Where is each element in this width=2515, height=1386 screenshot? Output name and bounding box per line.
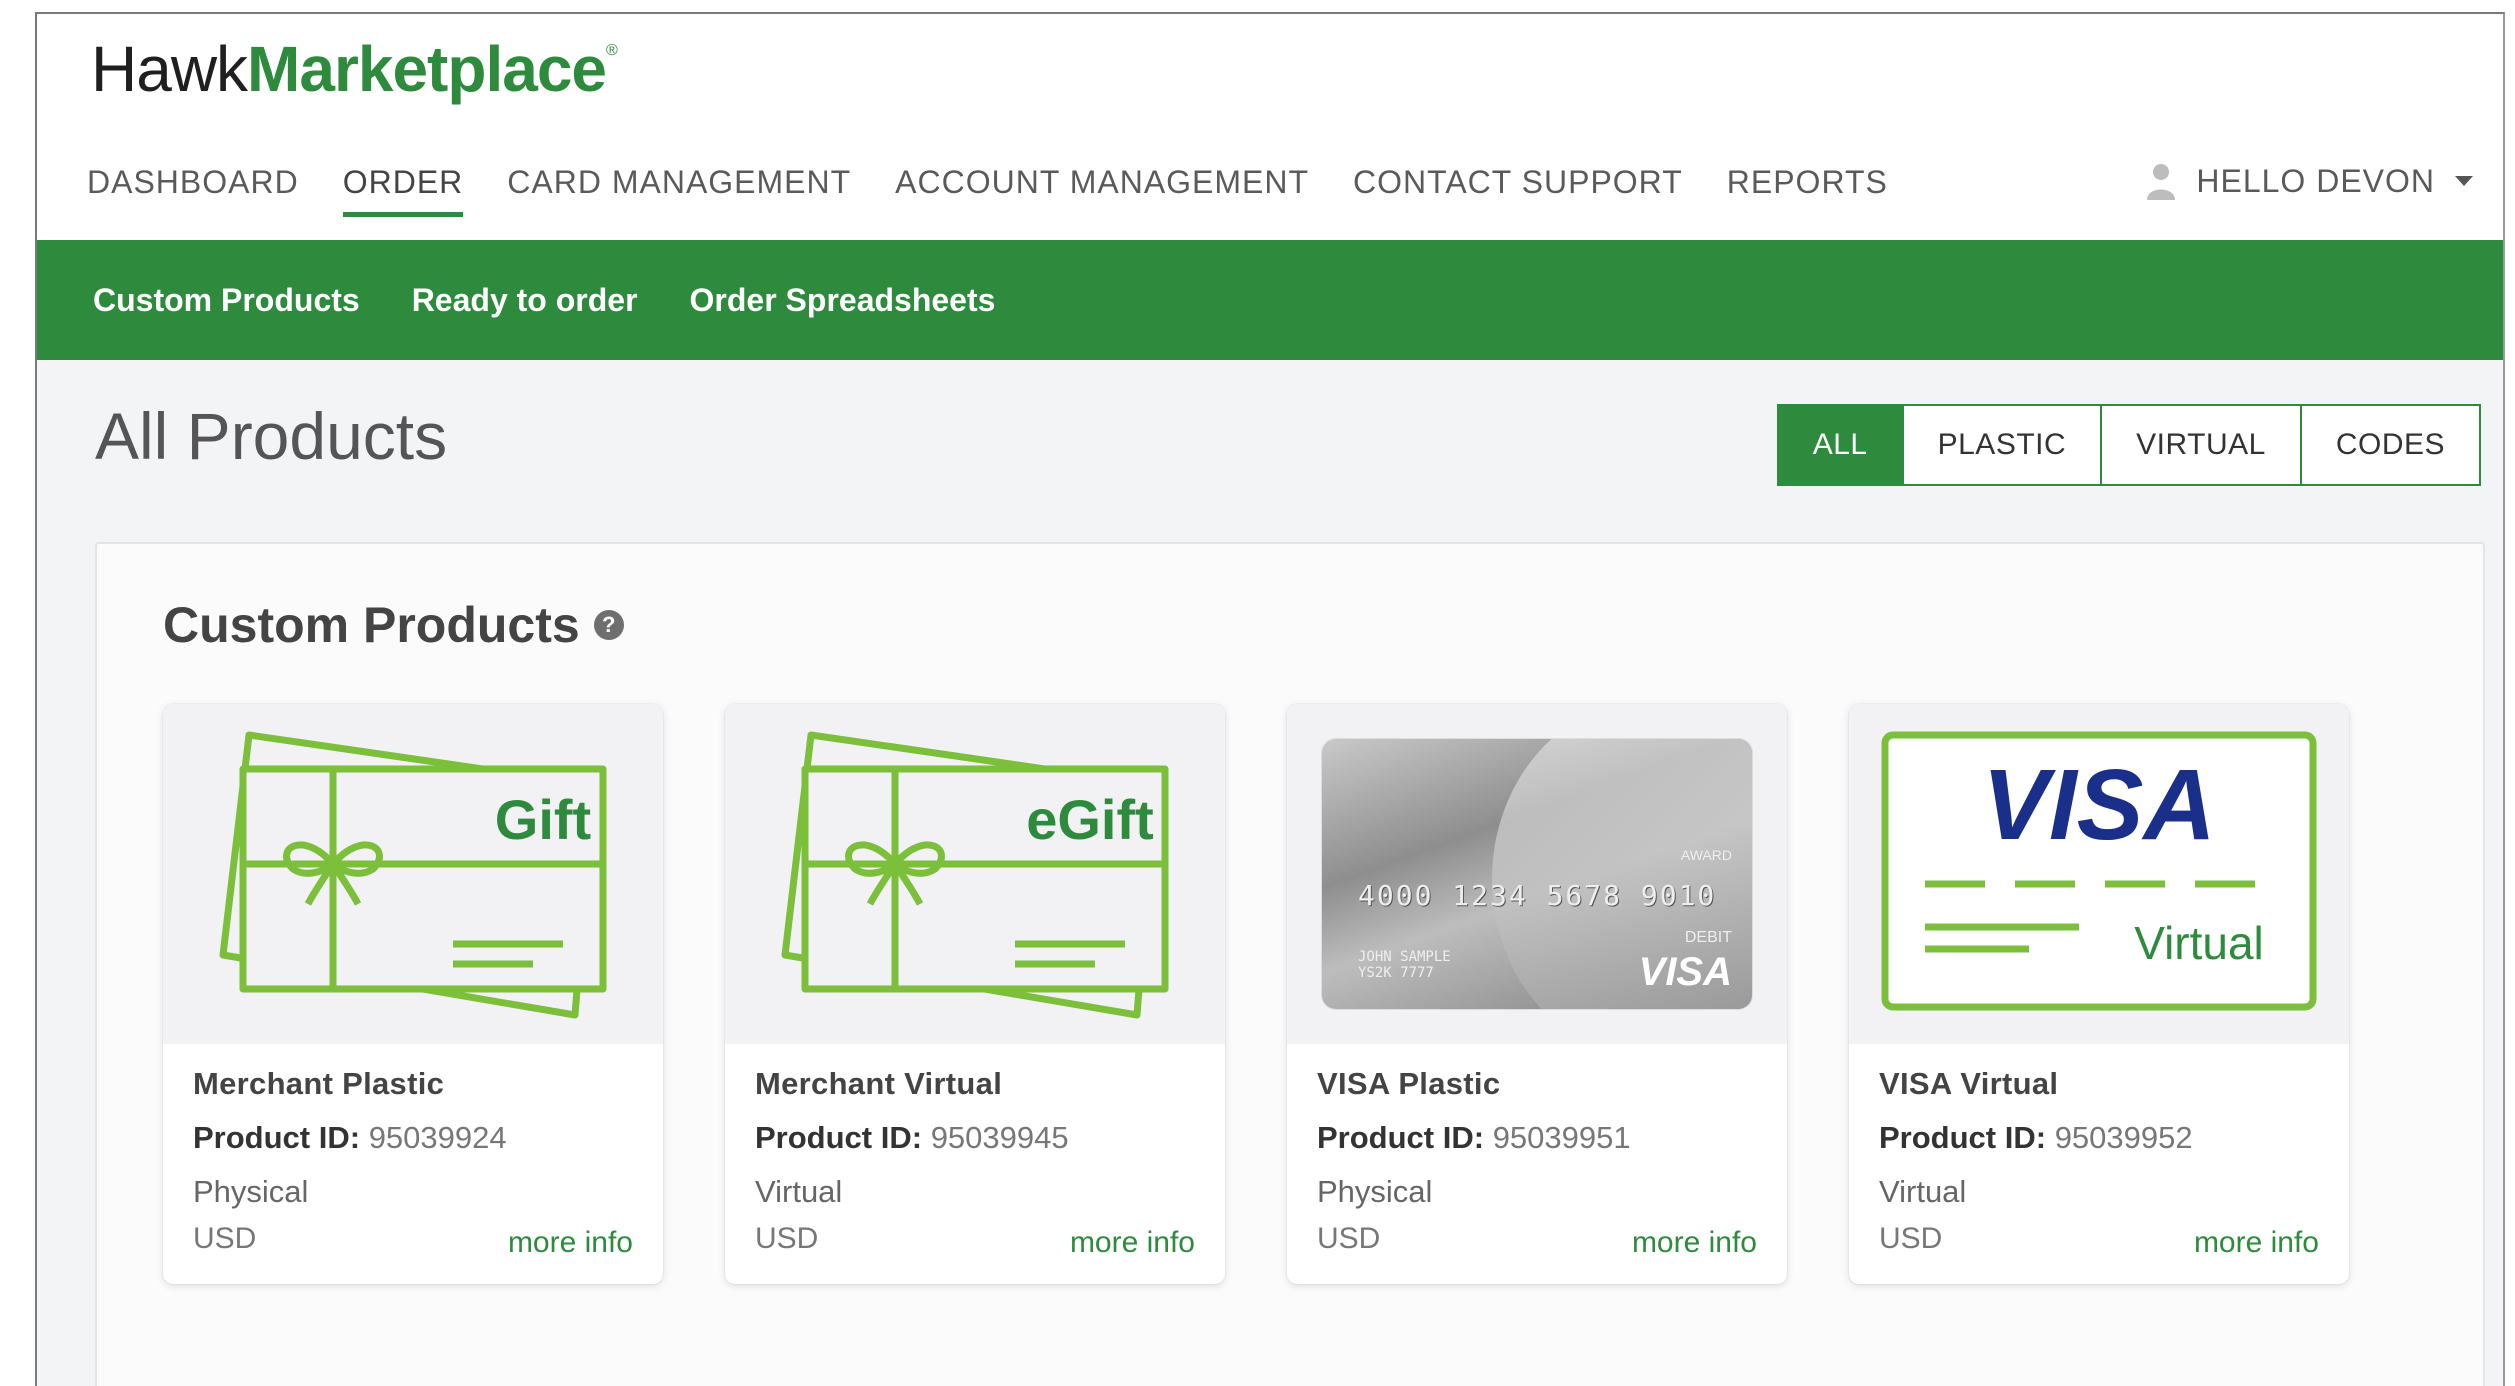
egift-card-illustration: eGift <box>781 731 1169 1019</box>
page-title: All Products <box>95 399 448 473</box>
filter-virtual-button[interactable]: VIRTUAL <box>2100 406 2300 484</box>
user-icon <box>2147 164 2176 200</box>
product-id-label: Product ID: <box>1317 1120 1485 1155</box>
product-type: Virtual <box>1879 1174 1967 1209</box>
more-info-link[interactable]: more info <box>1632 1226 1757 1260</box>
product-card[interactable]: eGift Merchant Virtual Product ID: 95039… <box>725 704 1225 1284</box>
card-holder-name: JOHN SAMPLE <box>1358 949 1451 965</box>
subnav-item-custom-products[interactable]: Custom Products <box>93 282 360 319</box>
product-id-label: Product ID: <box>1879 1120 2047 1155</box>
product-card[interactable]: VISA Virtual VISA Virtual Product ID: 95… <box>1849 704 2349 1284</box>
egift-card-icon: eGift <box>725 704 1225 1044</box>
product-card-body: VISA Virtual Product ID: 95039952 Virtua… <box>1849 1044 2349 1284</box>
section-title: Custom Products ? <box>163 596 624 654</box>
visa-plastic-card-image: AWARD 4000 1234 5678 9010 DEBIT JOHN SAM… <box>1287 704 1787 1044</box>
main-nav: DASHBOARD ORDER CARD MANAGEMENT ACCOUNT … <box>87 164 1932 217</box>
product-type: Physical <box>193 1174 309 1209</box>
product-card-body: Merchant Virtual Product ID: 95039945 Vi… <box>725 1044 1225 1284</box>
main-content: All Products ALL PLASTIC VIRTUAL CODES C… <box>37 360 2503 1386</box>
visa-virtual-illustration: VISA Virtual <box>1881 731 2317 1011</box>
product-filter-group: ALL PLASTIC VIRTUAL CODES <box>1776 404 2481 486</box>
egift-label: eGift <box>1026 788 1154 851</box>
nav-item-dashboard[interactable]: DASHBOARD <box>87 164 299 211</box>
product-card-list: Gift Merchant Plastic Product ID: 950399… <box>163 704 2349 1284</box>
gift-card-illustration: Gift <box>219 731 607 1019</box>
product-id: Product ID: 95039952 <box>1879 1120 2319 1156</box>
more-info-link[interactable]: more info <box>508 1226 633 1260</box>
nav-item-reports[interactable]: REPORTS <box>1727 164 1888 211</box>
card-number: 4000 1234 5678 9010 <box>1358 879 1717 912</box>
gift-label: Gift <box>495 788 591 851</box>
product-card[interactable]: Gift Merchant Plastic Product ID: 950399… <box>163 704 663 1284</box>
sub-nav: Custom Products Ready to order Order Spr… <box>37 240 2503 360</box>
product-id-value: 95039945 <box>930 1120 1069 1155</box>
chevron-down-icon <box>2455 176 2473 186</box>
logo-text-marketplace: Marketplace <box>247 33 607 105</box>
product-id-value: 95039951 <box>1492 1120 1631 1155</box>
nav-item-order[interactable]: ORDER <box>342 164 464 217</box>
virtual-label: Virtual <box>2134 917 2264 969</box>
product-card[interactable]: AWARD 4000 1234 5678 9010 DEBIT JOHN SAM… <box>1287 704 1787 1284</box>
card-holder: JOHN SAMPLE YS2K 7777 <box>1358 949 1451 981</box>
product-id-value: 95039952 <box>2054 1120 2193 1155</box>
brand-logo[interactable]: HawkMarketplace® <box>91 32 618 106</box>
filter-all-button[interactable]: ALL <box>1778 406 1902 484</box>
product-id-value: 95039924 <box>368 1120 507 1155</box>
visa-virtual-logo: VISA <box>1982 749 2215 861</box>
product-type: Virtual <box>755 1174 843 1209</box>
help-icon[interactable]: ? <box>593 610 624 640</box>
top-header: HawkMarketplace® DASHBOARD ORDER CARD MA… <box>37 14 2503 240</box>
card-award-text: AWARD <box>1680 847 1732 863</box>
custom-products-panel: Custom Products ? Gift Merchant Plastic … <box>95 542 2485 1386</box>
product-id: Product ID: 95039951 <box>1317 1120 1757 1156</box>
filter-codes-button[interactable]: CODES <box>2299 406 2479 484</box>
product-id: Product ID: 95039924 <box>193 1120 633 1156</box>
registered-mark: ® <box>606 42 618 59</box>
product-name: Merchant Plastic <box>193 1066 445 1101</box>
card-debit-text: DEBIT <box>1684 929 1732 946</box>
nav-item-account-management[interactable]: ACCOUNT MANAGEMENT <box>895 164 1309 211</box>
product-type: Physical <box>1317 1174 1433 1209</box>
user-greeting: HELLO DEVON <box>2196 162 2435 199</box>
visa-silver-card: AWARD 4000 1234 5678 9010 DEBIT JOHN SAM… <box>1322 739 1752 1009</box>
nav-item-contact-support[interactable]: CONTACT SUPPORT <box>1353 164 1683 211</box>
product-id: Product ID: 95039945 <box>755 1120 1195 1156</box>
filter-plastic-button[interactable]: PLASTIC <box>1901 406 2101 484</box>
logo-text-hawk: Hawk <box>91 33 248 105</box>
product-name: VISA Plastic <box>1317 1066 1501 1101</box>
user-menu[interactable]: HELLO DEVON <box>2146 162 2473 200</box>
product-id-label: Product ID: <box>755 1120 923 1155</box>
gift-card-icon: Gift <box>163 704 663 1044</box>
product-name: Merchant Virtual <box>755 1066 1003 1101</box>
product-card-body: Merchant Plastic Product ID: 95039924 Ph… <box>163 1044 663 1284</box>
product-id-label: Product ID: <box>193 1120 361 1155</box>
visa-virtual-card-icon: VISA Virtual <box>1849 704 2349 1044</box>
section-title-text: Custom Products <box>163 597 580 653</box>
subnav-item-order-spreadsheets[interactable]: Order Spreadsheets <box>690 282 996 319</box>
product-card-body: VISA Plastic Product ID: 95039951 Physic… <box>1287 1044 1787 1284</box>
nav-item-card-management[interactable]: CARD MANAGEMENT <box>507 164 851 211</box>
app-window: HawkMarketplace® DASHBOARD ORDER CARD MA… <box>35 12 2505 1386</box>
more-info-link[interactable]: more info <box>2194 1226 2319 1260</box>
subnav-item-ready-to-order[interactable]: Ready to order <box>412 282 638 319</box>
visa-logo: VISA <box>1638 950 1732 994</box>
card-holder-line2: YS2K 7777 <box>1358 965 1434 981</box>
product-name: VISA Virtual <box>1879 1066 2059 1101</box>
more-info-link[interactable]: more info <box>1070 1226 1195 1260</box>
